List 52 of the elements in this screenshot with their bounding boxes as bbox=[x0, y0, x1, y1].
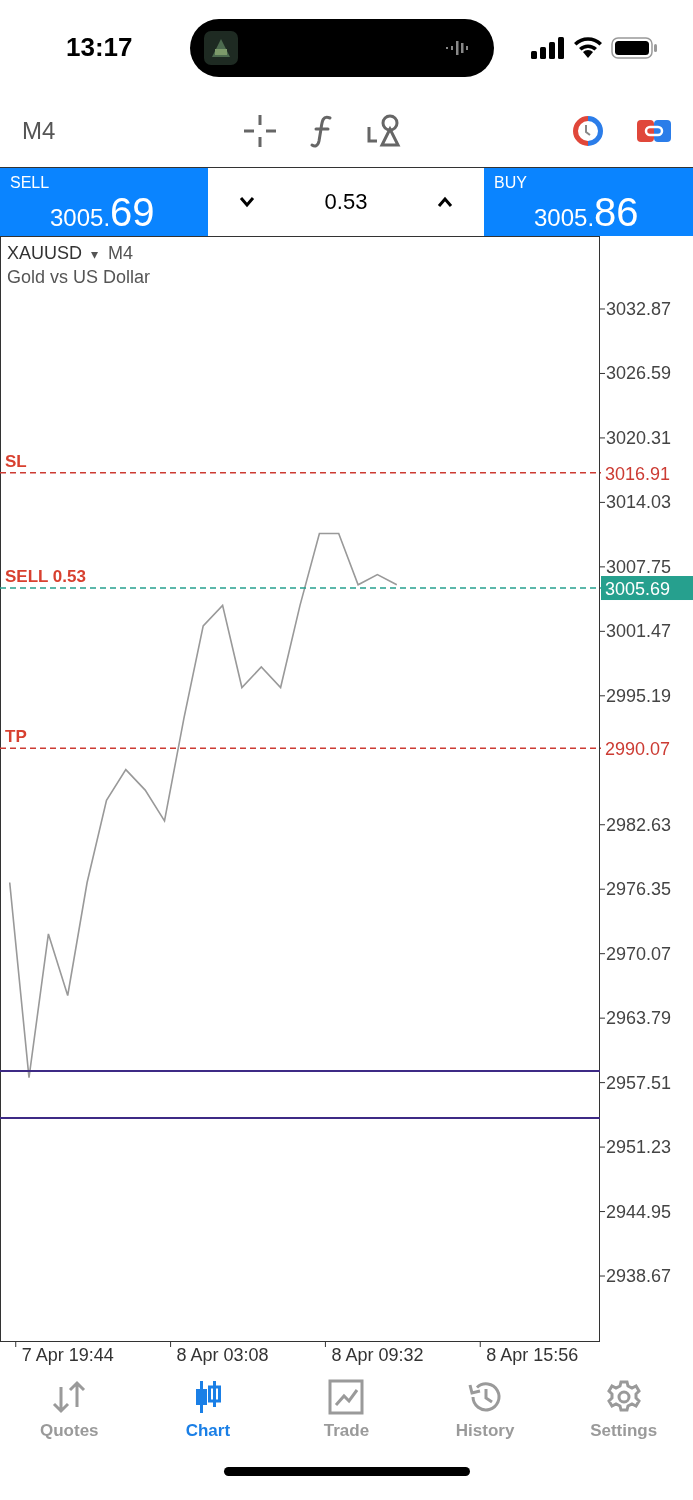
buy-button[interactable]: BUY 3005.86 bbox=[484, 168, 693, 236]
x-axis-label: 8 Apr 15:56 bbox=[486, 1345, 579, 1365]
wifi-icon bbox=[573, 36, 603, 59]
y-axis-label: 2951.23 bbox=[606, 1137, 672, 1158]
volume-value[interactable]: 0.53 bbox=[324, 189, 368, 215]
clock-icon[interactable] bbox=[571, 114, 605, 148]
link-icon[interactable] bbox=[637, 117, 671, 145]
price-tag: 3016.91 bbox=[605, 463, 671, 484]
dropdown-caret[interactable]: ▾ bbox=[91, 246, 98, 262]
y-axis-label: 3014.03 bbox=[606, 492, 672, 513]
y-axis-label: 3032.87 bbox=[606, 299, 672, 319]
y-axis-label: 3007.75 bbox=[606, 556, 672, 577]
level-label: TP bbox=[5, 727, 27, 747]
nav-tab[interactable]: Settings bbox=[563, 1379, 684, 1441]
shapes-icon[interactable] bbox=[366, 113, 402, 149]
increase-icon[interactable] bbox=[436, 195, 454, 209]
x-axis-label: 8 Apr 03:08 bbox=[176, 1345, 269, 1365]
nav-tab[interactable]: Trade bbox=[286, 1379, 407, 1441]
sell-button[interactable]: SELL 3005.69 bbox=[0, 168, 208, 236]
symbol-name[interactable]: XAUUSD bbox=[7, 243, 82, 263]
nav-tab[interactable]: Chart bbox=[147, 1379, 268, 1441]
battery-icon bbox=[611, 36, 657, 59]
level-label: SELL 0.53 bbox=[5, 567, 86, 586]
y-axis-label: 2957.51 bbox=[606, 1072, 672, 1093]
y-axis-label: 2963.79 bbox=[606, 1008, 672, 1029]
settings-icon bbox=[605, 1379, 642, 1415]
symbol-description: Gold vs US Dollar bbox=[7, 267, 151, 287]
y-axis-label: 3020.31 bbox=[606, 427, 672, 448]
nav-tab[interactable]: Quotes bbox=[9, 1379, 130, 1441]
signal-icon bbox=[531, 36, 565, 59]
x-axis-label: 7 Apr 19:44 bbox=[21, 1345, 114, 1365]
app-icon bbox=[204, 30, 238, 65]
chart-timeframe: M4 bbox=[108, 243, 133, 263]
nav-tab[interactable]: History bbox=[425, 1379, 546, 1441]
crosshair-icon[interactable] bbox=[242, 113, 278, 149]
price-tag: 2990.07 bbox=[605, 739, 671, 760]
line-chart-icon bbox=[328, 1379, 365, 1415]
arrows-icon bbox=[51, 1379, 88, 1415]
y-axis-label: 3026.59 bbox=[606, 363, 672, 384]
y-axis-label: 2976.35 bbox=[606, 879, 672, 900]
decrease-icon[interactable] bbox=[238, 195, 256, 209]
timeframe-button[interactable]: M4 bbox=[22, 117, 242, 145]
y-axis-label: 2938.67 bbox=[606, 1266, 672, 1286]
x-axis-label: 8 Apr 09:32 bbox=[331, 1345, 424, 1365]
y-axis-label: 2982.63 bbox=[606, 814, 672, 835]
level-label: SL bbox=[5, 451, 27, 471]
y-axis-label: 2944.95 bbox=[606, 1201, 672, 1222]
y-axis-label: 2970.07 bbox=[606, 943, 672, 964]
status-time: 13:17 bbox=[66, 32, 134, 63]
y-axis-label: 3001.47 bbox=[606, 621, 672, 642]
price-tag: 3005.69 bbox=[601, 576, 693, 600]
y-axis-label: 2995.19 bbox=[606, 685, 672, 706]
